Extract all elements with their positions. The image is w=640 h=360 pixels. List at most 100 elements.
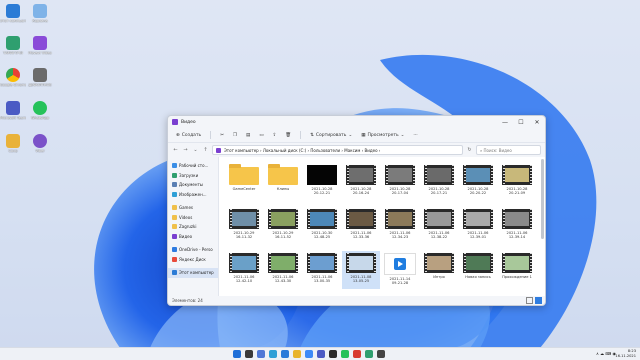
scrollbar[interactable] xyxy=(541,159,544,239)
video-file-item[interactable]: 2021-10-28 20-21-09 xyxy=(498,163,536,201)
taskbar-app-icon[interactable] xyxy=(329,350,337,358)
sort-icon: ⇅ xyxy=(310,132,314,138)
view-button[interactable]: ▦ Просмотреть ⌄ xyxy=(358,132,407,139)
sidebar-item[interactable]: Видео xyxy=(168,232,218,242)
sidebar-item[interactable]: Рабочий сто... xyxy=(168,161,218,171)
paste-button[interactable]: ▤ xyxy=(243,132,253,139)
chevron-down-icon[interactable]: ⌄ xyxy=(192,147,199,153)
video-file-item[interactable]: 2021-11-06 12-33-36 xyxy=(342,207,380,245)
video-thumbnail xyxy=(424,253,454,273)
sidebar-item[interactable]: Документы xyxy=(168,180,218,190)
video-file-item[interactable]: 2021-10-29 16-11-52 xyxy=(264,207,302,245)
forward-arrow-icon[interactable]: → xyxy=(182,147,189,153)
video-file-item[interactable]: 2021-10-28 20-20-22 xyxy=(459,163,497,201)
desktop-icon-app-2[interactable]: ДЕФОЛТНОЕ xyxy=(27,68,53,87)
share-button[interactable]: ⇪ xyxy=(270,132,280,139)
system-tray-icons[interactable]: ∧ ☁ ⌨ ◉ xyxy=(596,351,616,356)
folder-icon xyxy=(172,182,177,188)
sidebar-item[interactable]: Games xyxy=(168,203,218,213)
video-file-item[interactable]: Новая запись xyxy=(459,251,497,289)
video-file-item[interactable]: 2021-11-06 12-34-23 xyxy=(381,207,419,245)
up-arrow-icon[interactable]: ↑ xyxy=(202,147,209,153)
desktop-icon-app-1[interactable]: ТАМАГОЧИ xyxy=(0,36,26,55)
video-file-item[interactable]: 2021-10-28 20-17-04 xyxy=(381,163,419,201)
video-thumbnail xyxy=(463,209,493,229)
refresh-icon[interactable]: ↻ xyxy=(466,147,473,153)
video-file-item[interactable]: 2021-11-06 12-43-30 xyxy=(264,251,302,289)
video-file-item[interactable]: 2021-11-06 12-39-01 xyxy=(459,207,497,245)
sidebar-item[interactable]: Изображен... xyxy=(168,190,218,200)
desktop-icon-chrome[interactable]: Google Chrome xyxy=(0,68,26,87)
video-file-item[interactable]: Прохождение 1 xyxy=(498,251,536,289)
address-bar[interactable]: Этот компьютер › Локальный диск (C:) › П… xyxy=(212,145,463,155)
taskbar-app-icon[interactable] xyxy=(353,350,361,358)
sort-button[interactable]: ⇅ Сортировать ⌄ xyxy=(307,132,355,139)
window-title: Видео xyxy=(181,119,196,125)
file-name: 2021-10-28 20-17-04 xyxy=(389,187,411,196)
taskbar-app-icon[interactable] xyxy=(293,350,301,358)
video-file-item[interactable]: 2021-10-28 20-16-24 xyxy=(342,163,380,201)
file-name: 2021-11-06 13-00-35 xyxy=(311,275,333,284)
minimize-button[interactable]: — xyxy=(497,119,513,126)
sidebar-item[interactable]: Videos xyxy=(168,213,218,223)
sidebar-item[interactable]: Zagruzki xyxy=(168,222,218,232)
start-button[interactable] xyxy=(233,350,241,358)
close-button[interactable]: ✕ xyxy=(529,119,545,126)
taskbar-app-icon[interactable] xyxy=(317,350,325,358)
desktop-icon-movavi[interactable]: Movavi Video xyxy=(27,36,53,55)
clock[interactable]: 8:23 16.11.2021 xyxy=(615,349,636,358)
folder-item[interactable]: Клипы xyxy=(264,163,302,201)
desktop-icon-teams[interactable]: Microsoft Teams xyxy=(0,101,26,120)
desktop-icon-folder[interactable]: Сохр xyxy=(0,134,26,153)
create-button[interactable]: ⊕ Создать xyxy=(173,132,204,139)
file-grid: GameCenter Клипы 2021-10-28 20-12-21 2021-1… xyxy=(219,157,545,296)
taskbar-app-icon[interactable] xyxy=(365,350,373,358)
back-arrow-icon[interactable]: ← xyxy=(172,147,179,153)
video-file-item[interactable]: 2021-10-28 20-17-21 xyxy=(420,163,458,201)
desktop-icon-recycle-bin[interactable]: Корзина xyxy=(27,4,53,23)
sidebar-item[interactable]: OneDrive - Perso xyxy=(168,245,218,255)
cut-button[interactable]: ✂ xyxy=(217,132,227,139)
sidebar-item[interactable]: Загрузки xyxy=(168,171,218,181)
file-name: Прохождение 1 xyxy=(502,275,532,279)
folder-icon xyxy=(6,134,20,148)
folder-icon xyxy=(172,172,177,178)
taskbar-app-icon[interactable] xyxy=(281,350,289,358)
maximize-button[interactable]: ☐ xyxy=(513,119,529,126)
more-button[interactable]: ··· xyxy=(410,132,420,139)
taskbar-app-icon[interactable] xyxy=(377,350,385,358)
search-input[interactable]: ⌕ Поиск: Видео xyxy=(476,145,541,155)
copy-button[interactable]: ❐ xyxy=(230,132,240,139)
tiles-view-icon[interactable] xyxy=(535,297,542,304)
view-switcher xyxy=(526,297,542,304)
video-file-item[interactable]: 2021-10-29 16-11-32 xyxy=(225,207,263,245)
desktop-icon-whatsapp[interactable]: WhatsApp xyxy=(27,101,53,120)
chevron-down-icon: ⌄ xyxy=(348,132,353,138)
sidebar-item[interactable]: Яндекс Диск xyxy=(168,255,218,265)
video-file-item[interactable]: 2021-11-14 09-21-28 xyxy=(381,251,419,289)
taskbar-app-icon[interactable] xyxy=(269,350,277,358)
taskbar-app-icon[interactable] xyxy=(305,350,313,358)
video-file-item[interactable]: 2021-10-28 20-12-21 xyxy=(303,163,341,201)
delete-button[interactable]: 🗑 xyxy=(282,132,294,139)
file-name: 2021-11-06 12-33-36 xyxy=(350,231,372,240)
folder-item[interactable]: GameCenter xyxy=(225,163,263,201)
video-file-item[interactable]: 2021-11-08 13-05-25 xyxy=(342,251,380,289)
rename-button[interactable]: ▭ xyxy=(256,132,266,139)
taskbar-app-icon[interactable] xyxy=(245,350,253,358)
taskbar-app-icon[interactable] xyxy=(341,350,349,358)
video-file-item[interactable]: Интро xyxy=(420,251,458,289)
video-folder-icon xyxy=(216,147,221,153)
video-file-item[interactable]: 2021-10-30 12-48-25 xyxy=(303,207,341,245)
title-bar[interactable]: Видео — ☐ ✕ xyxy=(168,116,545,128)
folder-icon xyxy=(172,247,177,253)
video-file-item[interactable]: 2021-11-06 13-00-35 xyxy=(303,251,341,289)
desktop-icon-viber[interactable]: Viber xyxy=(27,134,53,153)
video-file-item[interactable]: 2021-11-06 12-38-22 xyxy=(420,207,458,245)
video-file-item[interactable]: 2021-11-06 12-42-10 xyxy=(225,251,263,289)
sidebar-item[interactable]: Этот компьютер xyxy=(168,268,218,278)
taskbar-app-icon[interactable] xyxy=(257,350,265,358)
details-view-icon[interactable] xyxy=(526,297,533,304)
desktop-icon-this-pc[interactable]: Этот компьютер xyxy=(0,4,26,23)
video-file-item[interactable]: 2021-11-06 12-39-14 xyxy=(498,207,536,245)
